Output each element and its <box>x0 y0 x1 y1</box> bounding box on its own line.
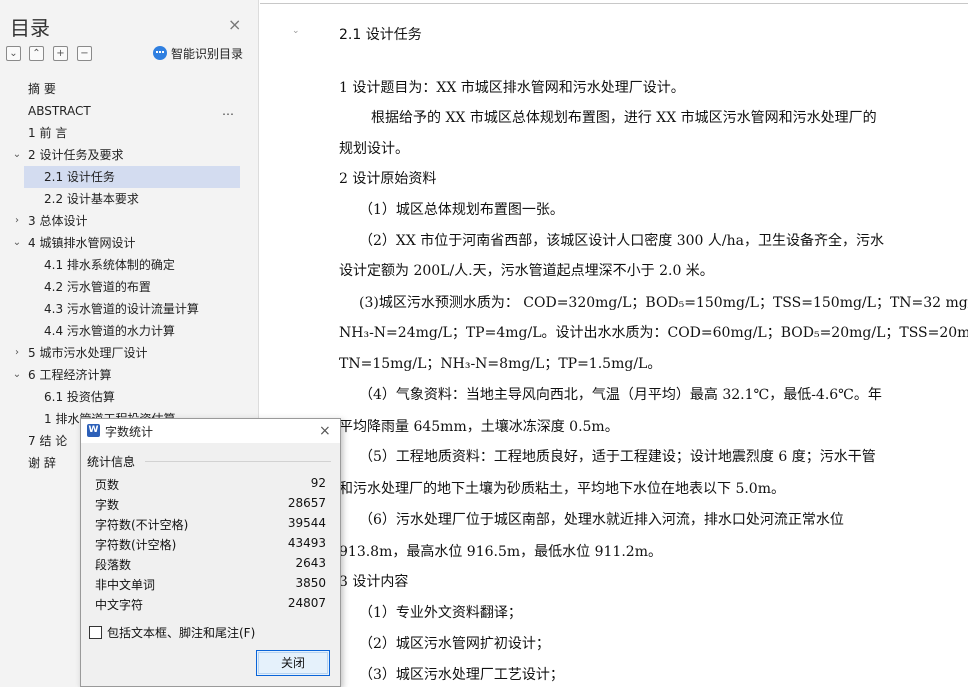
toc-item-label: 4.3 污水管道的设计流量计算 <box>44 302 199 316</box>
stat-label: 字符数(计空格) <box>95 538 177 552</box>
chevron-down-icon[interactable]: ⌄ <box>12 364 22 386</box>
word-count-dialog: W 字数统计 × 统计信息 页数 92 字数 28657 字符数(不计空格) 39544 字… <box>80 418 341 687</box>
toc-item-label: 3 总体设计 <box>28 214 88 228</box>
stat-value: 2643 <box>295 556 326 570</box>
paragraph-line: 1 设计题目为：XX 市城区排水管网和污水处理厂设计。 <box>339 80 685 96</box>
toc-item-label: 谢 辞 <box>28 456 56 470</box>
wps-app-icon: W <box>87 424 100 437</box>
toc-item[interactable]: ⌄ 2 设计任务及要求 <box>0 144 258 166</box>
toc-item-label: 4.1 排水系统体制的确定 <box>44 258 175 272</box>
expand-up-icon[interactable]: ⌃ <box>29 46 44 61</box>
paragraph-line: 平均降雨量 645mm，土壤冰冻深度 0.5m。 <box>339 419 619 435</box>
toc-item-label: 1 前 言 <box>28 126 68 140</box>
chevron-down-icon[interactable]: ⌄ <box>12 232 22 254</box>
paragraph-line: TN=15mg/L；NH₃-N=8mg/L；TP=1.5mg/L。 <box>339 356 662 372</box>
ruler-line <box>260 3 968 4</box>
toc-item[interactable]: 4.4 污水管道的水力计算 <box>0 320 258 342</box>
toc-item[interactable]: 摘 要 <box>0 78 258 100</box>
toc-item[interactable]: › 3 总体设计 <box>0 210 258 232</box>
toc-item-label: 6.1 投资估算 <box>44 390 115 404</box>
group-divider <box>145 461 331 462</box>
paragraph-line: （6）污水处理厂位于城区南部，处理水就近排入河流，排水口处河流正常水位 <box>359 512 844 528</box>
nav-close-icon[interactable]: × <box>228 17 241 33</box>
toc-item-label: 7 结 论 <box>28 434 68 448</box>
stat-value: 92 <box>310 476 326 490</box>
smart-toc-icon <box>153 46 167 60</box>
stat-label: 中文字符 <box>95 598 144 612</box>
paragraph-line: （2）城区污水管网扩初设计； <box>359 636 550 652</box>
remove-heading-icon[interactable]: − <box>77 46 92 61</box>
toc-item[interactable]: ⌄ 6 工程经济计算 <box>0 364 258 386</box>
dialog-close-icon[interactable]: × <box>319 423 331 439</box>
stat-value: 3850 <box>295 576 326 590</box>
smart-toc-label: 智能识别目录 <box>171 47 244 61</box>
stat-value: 39544 <box>287 516 326 530</box>
stat-value: 24807 <box>287 596 326 610</box>
toc-item[interactable]: › 5 城市污水处理厂设计 <box>0 342 258 364</box>
stat-label: 页数 <box>95 478 120 492</box>
toc-item-label: 4.4 污水管道的水力计算 <box>44 324 175 338</box>
dialog-titlebar[interactable]: W 字数统计 × <box>81 419 340 443</box>
paragraph-line: （1）专业外文资料翻译； <box>359 605 522 621</box>
more-options-icon[interactable]: … <box>222 100 235 122</box>
chevron-down-icon[interactable]: ⌄ <box>12 144 22 166</box>
toc-item-label: 5 城市污水处理厂设计 <box>28 346 148 360</box>
toc-item[interactable]: ⌄ 4 城镇排水管网设计 <box>0 232 258 254</box>
stat-label: 字符数(不计空格) <box>95 518 189 532</box>
include-textbox-label[interactable]: 包括文本框、脚注和尾注(F) <box>107 624 255 641</box>
stat-label: 段落数 <box>95 558 132 572</box>
add-heading-icon[interactable]: + <box>53 46 68 61</box>
toc-item-label: 4.2 污水管道的布置 <box>44 280 151 294</box>
toc-item-label: 摘 要 <box>28 82 56 96</box>
paragraph-line: （5）工程地质资料：工程地质良好，适于工程建设；设计地震烈度 6 度；污水干管 <box>359 449 876 465</box>
stats-group-label: 统计信息 <box>87 455 136 469</box>
paragraph-line: 根据给予的 XX 市城区总体规划布置图，进行 XX 市城区污水管网和污水处理厂的 <box>371 110 877 126</box>
toc-item[interactable]: 2.1 设计任务 <box>24 166 240 188</box>
stat-value: 28657 <box>287 496 326 510</box>
paragraph-line: （2）XX 市位于河南省西部，该城区设计人口密度 300 人/ha，卫生设备齐全… <box>359 233 884 249</box>
paragraph-line: （4）气象资料：当地主导风向西北，气温（月平均）最高 32.1℃，最低-4.6℃… <box>359 387 882 403</box>
toc-item[interactable]: 4.3 污水管道的设计流量计算 <box>0 298 258 320</box>
stat-value: 43493 <box>287 536 326 550</box>
dialog-title: 字数统计 <box>105 425 154 439</box>
toc-item-label: 2.2 设计基本要求 <box>44 192 139 206</box>
toc-item-label: 2.1 设计任务 <box>44 170 115 184</box>
paragraph-line: 规划设计。 <box>339 141 409 157</box>
chevron-right-icon[interactable]: › <box>12 342 22 364</box>
toc-item[interactable]: 2.2 设计基本要求 <box>0 188 258 210</box>
collapse-all-icon[interactable]: ⌄ <box>6 46 21 61</box>
toc-item[interactable]: 6.1 投资估算 <box>0 386 258 408</box>
paragraph-line: 和污水处理厂的地下土壤为砂质粘土，平均地下水位在地表以下 5.0m。 <box>339 481 785 497</box>
collapse-marker-icon[interactable]: ⌄ <box>292 26 300 36</box>
smart-toc-button[interactable]: 智能识别目录 <box>153 46 243 62</box>
paragraph-line: （1）城区总体规划布置图一张。 <box>359 202 564 218</box>
toc-item-label: ABSTRACT <box>28 104 91 118</box>
toc-item[interactable]: 4.1 排水系统体制的确定 <box>0 254 258 276</box>
toc-item-label: 4 城镇排水管网设计 <box>28 236 136 250</box>
paragraph-line: 设计定额为 200L/人.天，污水管道起点埋深不小于 2.0 米。 <box>339 263 714 279</box>
paragraph-line: 2 设计原始资料 <box>339 171 437 187</box>
paragraph-line: NH₃-N=24mg/L；TP=4mg/L。设计出水水质为：COD=60mg/L… <box>339 325 968 341</box>
toc-item-label: 6 工程经济计算 <box>28 368 112 382</box>
toc-item[interactable]: ABSTRACT … <box>0 100 258 122</box>
stat-label: 非中文单词 <box>95 578 156 592</box>
section-heading: 2.1 设计任务 <box>339 27 422 43</box>
toc-item[interactable]: 4.2 污水管道的布置 <box>0 276 258 298</box>
toc-item[interactable]: 1 前 言 <box>0 122 258 144</box>
nav-title: 目录 <box>10 16 50 40</box>
toc-item-label: 2 设计任务及要求 <box>28 148 124 162</box>
stat-label: 字数 <box>95 498 120 512</box>
chevron-right-icon[interactable]: › <box>12 210 22 232</box>
paragraph-line: （3）城区污水处理厂工艺设计； <box>359 667 564 683</box>
paragraph-line: 913.8m，最高水位 916.5m，最低水位 911.2m。 <box>339 544 662 560</box>
close-button[interactable]: 关闭 <box>256 650 330 676</box>
paragraph-line: (3)城区污水预测水质为： COD=320mg/L；BOD₅=150mg/L；T… <box>359 295 968 311</box>
paragraph-line: 3 设计内容 <box>339 574 409 590</box>
include-textbox-checkbox[interactable] <box>89 626 102 639</box>
